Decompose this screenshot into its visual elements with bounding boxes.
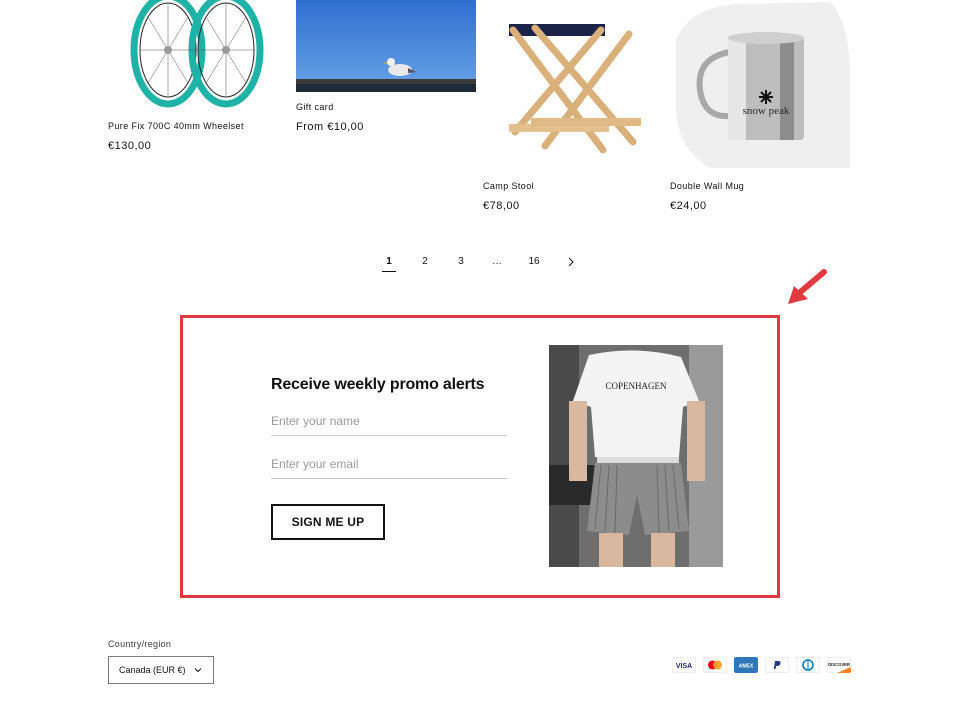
product-price: From €10,00 (296, 121, 364, 133)
country-region-value: Canada (EUR €) (119, 665, 186, 675)
discover-icon: DISCOVER (827, 657, 851, 673)
product-image-camp-stool[interactable] (483, 0, 663, 170)
newsletter-section: Receive weekly promo alerts SIGN ME UP C… (180, 315, 780, 598)
email-input[interactable] (271, 449, 507, 479)
product-image-double-wall-mug[interactable]: snow peak (670, 0, 852, 170)
page-ellipsis: … (492, 256, 502, 267)
page-link-16[interactable]: 16 (525, 252, 543, 272)
page-link-2[interactable]: 2 (418, 252, 432, 272)
product-image-gift-card[interactable] (296, 0, 476, 92)
svg-text:AMEX: AMEX (739, 664, 754, 670)
name-input[interactable] (271, 406, 507, 436)
chevron-right-icon (568, 257, 574, 267)
diners-club-icon (796, 657, 820, 673)
product-title[interactable]: Camp Stool (483, 181, 534, 191)
product-price: €24,00 (670, 200, 707, 212)
paypal-icon (765, 657, 789, 673)
payment-icons: VISA AMEX DISCOVER (670, 657, 852, 675)
svg-text:VISA: VISA (676, 663, 692, 670)
chevron-down-icon (194, 668, 202, 673)
product-title[interactable]: Double Wall Mug (670, 181, 744, 191)
newsletter-title: Receive weekly promo alerts (271, 376, 485, 393)
product-card-camp-stool[interactable]: Camp Stool €78,00 (483, 0, 663, 215)
product-title[interactable]: Pure Fix 700C 40mm Wheelset (108, 121, 244, 131)
product-price: €130,00 (108, 140, 152, 152)
product-image-wheelset[interactable] (130, 0, 272, 110)
product-card-gift-card[interactable]: Gift card From €10,00 (296, 0, 476, 140)
amex-icon: AMEX (734, 657, 758, 673)
sign-me-up-button[interactable]: SIGN ME UP (271, 504, 385, 540)
pagination: 1 2 3 … 16 (370, 252, 590, 274)
svg-text:COPENHAGEN: COPENHAGEN (605, 381, 667, 391)
annotation-arrow-icon (788, 269, 827, 304)
svg-text:snow peak: snow peak (743, 105, 790, 117)
product-card-wheelset[interactable]: Pure Fix 700C 40mm Wheelset €130,00 (108, 0, 278, 160)
page-link-1[interactable]: 1 (382, 252, 396, 272)
svg-text:DISCOVER: DISCOVER (828, 662, 850, 667)
page-link-3[interactable]: 3 (454, 252, 468, 272)
country-region-label: Country/region (108, 639, 172, 649)
next-page-button[interactable] (564, 252, 578, 272)
newsletter-photo: COPENHAGEN (549, 345, 723, 567)
product-card-double-wall-mug[interactable]: snow peak Double Wall Mug €24,00 (670, 0, 852, 215)
product-price: €78,00 (483, 200, 520, 212)
visa-icon: VISA (672, 657, 696, 673)
mastercard-icon (703, 657, 727, 673)
country-region-select[interactable]: Canada (EUR €) (108, 656, 214, 684)
product-title[interactable]: Gift card (296, 102, 334, 112)
